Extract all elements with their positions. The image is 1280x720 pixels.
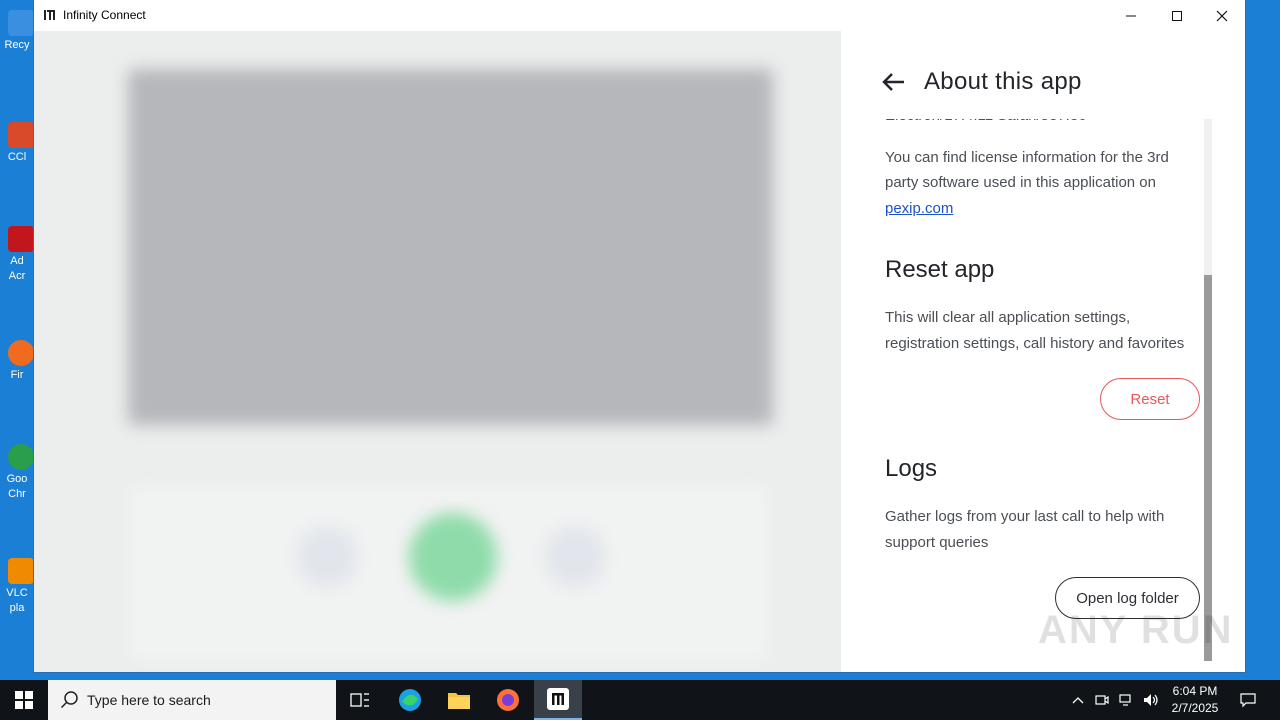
taskbar-infinity-connect[interactable] xyxy=(534,680,582,720)
scrollbar-thumb[interactable] xyxy=(1204,275,1212,661)
start-button[interactable] xyxy=(0,680,48,720)
desktop-icon-label: Ad Acr xyxy=(8,255,26,282)
windows-logo-icon xyxy=(15,691,33,709)
desktop-icon-label: CCl xyxy=(7,151,27,163)
minimize-icon xyxy=(1126,15,1136,16)
acrobat-icon xyxy=(8,226,34,252)
maximize-button[interactable] xyxy=(1154,0,1200,31)
taskbar-edge[interactable] xyxy=(386,680,434,720)
back-arrow-icon[interactable] xyxy=(879,67,909,97)
volume-icon[interactable] xyxy=(1140,680,1162,720)
pexip-link[interactable]: pexip.com xyxy=(885,200,953,217)
anyrun-watermark: ANY RUN xyxy=(1038,608,1234,652)
search-placeholder: Type here to search xyxy=(87,692,211,708)
reset-button[interactable]: Reset xyxy=(1100,378,1200,420)
desktop-icon-recycle-bin[interactable]: Recy xyxy=(0,10,34,53)
about-panel: About this app Electron/17.4.11 Safari/5… xyxy=(841,31,1245,672)
panel-title: About this app xyxy=(924,68,1082,95)
search-icon xyxy=(60,691,78,709)
desktop-icon-acrobat[interactable]: Ad Acr xyxy=(0,226,34,284)
clock-time: 6:04 PM xyxy=(1172,684,1218,698)
tray-overflow-chevron-icon[interactable] xyxy=(1068,680,1088,720)
close-icon xyxy=(1216,10,1228,21)
logs-description: Gather logs from your last call to help … xyxy=(885,508,1165,551)
title-bar[interactable]: Infinity Connect xyxy=(34,0,1245,31)
desktop-icon-label: Recy xyxy=(4,39,30,51)
desktop-icon-chrome[interactable]: Goo Chr xyxy=(0,444,34,502)
blurred-left-button xyxy=(296,526,358,588)
window-title: Infinity Connect xyxy=(63,8,146,22)
blurred-call-button xyxy=(409,513,497,601)
desktop-icon-vlc[interactable]: VLC pla xyxy=(0,558,34,616)
reset-heading: Reset app xyxy=(885,256,995,283)
app-window: Infinity Connect About this app Ele xyxy=(34,0,1245,672)
task-view-button[interactable] xyxy=(336,680,384,720)
license-text-body: You can find license information for the… xyxy=(885,148,1169,192)
recycle-bin-icon xyxy=(8,10,34,36)
taskbar: Type here to search 6:04 PM 2/7/2025 xyxy=(0,680,1280,720)
firefox-icon xyxy=(8,340,34,366)
version-text: Electron/17.4.11 Safari/537.36 xyxy=(885,119,1200,129)
infinity-connect-icon xyxy=(547,688,569,710)
blurred-right-button xyxy=(544,526,606,588)
vlc-icon xyxy=(8,558,34,584)
maximize-icon xyxy=(1172,10,1182,21)
ccleaner-icon xyxy=(8,122,34,148)
desktop-icon-label: Fir xyxy=(10,369,24,381)
meet-now-icon[interactable] xyxy=(1092,680,1112,720)
infinity-connect-logo-icon xyxy=(42,7,58,23)
taskbar-clock[interactable]: 6:04 PM 2/7/2025 xyxy=(1166,683,1224,717)
blurred-video-preview xyxy=(128,69,773,425)
taskbar-search-box[interactable]: Type here to search xyxy=(48,680,336,720)
desktop-icon-label: VLC pla xyxy=(6,587,28,614)
desktop-icon-firefox[interactable]: Fir xyxy=(0,340,34,383)
close-button[interactable] xyxy=(1199,0,1245,31)
logs-heading: Logs xyxy=(885,455,938,482)
edge-icon xyxy=(399,689,421,711)
desktop-icon-ccleaner[interactable]: CCl xyxy=(0,122,34,165)
reset-description: This will clear all application settings… xyxy=(885,309,1185,352)
desktop-icon-label: Goo Chr xyxy=(6,473,28,500)
license-text: You can find license information for the… xyxy=(885,145,1200,222)
minimize-button[interactable] xyxy=(1108,0,1154,31)
clock-date: 2/7/2025 xyxy=(1171,701,1219,715)
notifications-icon[interactable] xyxy=(1234,680,1262,720)
task-view-icon xyxy=(350,693,369,707)
folder-icon xyxy=(448,693,470,709)
about-scroll-area[interactable]: Electron/17.4.11 Safari/537.36 You can f… xyxy=(885,119,1200,672)
network-icon[interactable] xyxy=(1116,680,1138,720)
firefox-icon xyxy=(497,689,519,711)
blurred-app-background xyxy=(34,31,841,672)
chrome-icon xyxy=(8,444,34,470)
taskbar-file-explorer[interactable] xyxy=(435,680,483,720)
taskbar-firefox[interactable] xyxy=(484,680,532,720)
